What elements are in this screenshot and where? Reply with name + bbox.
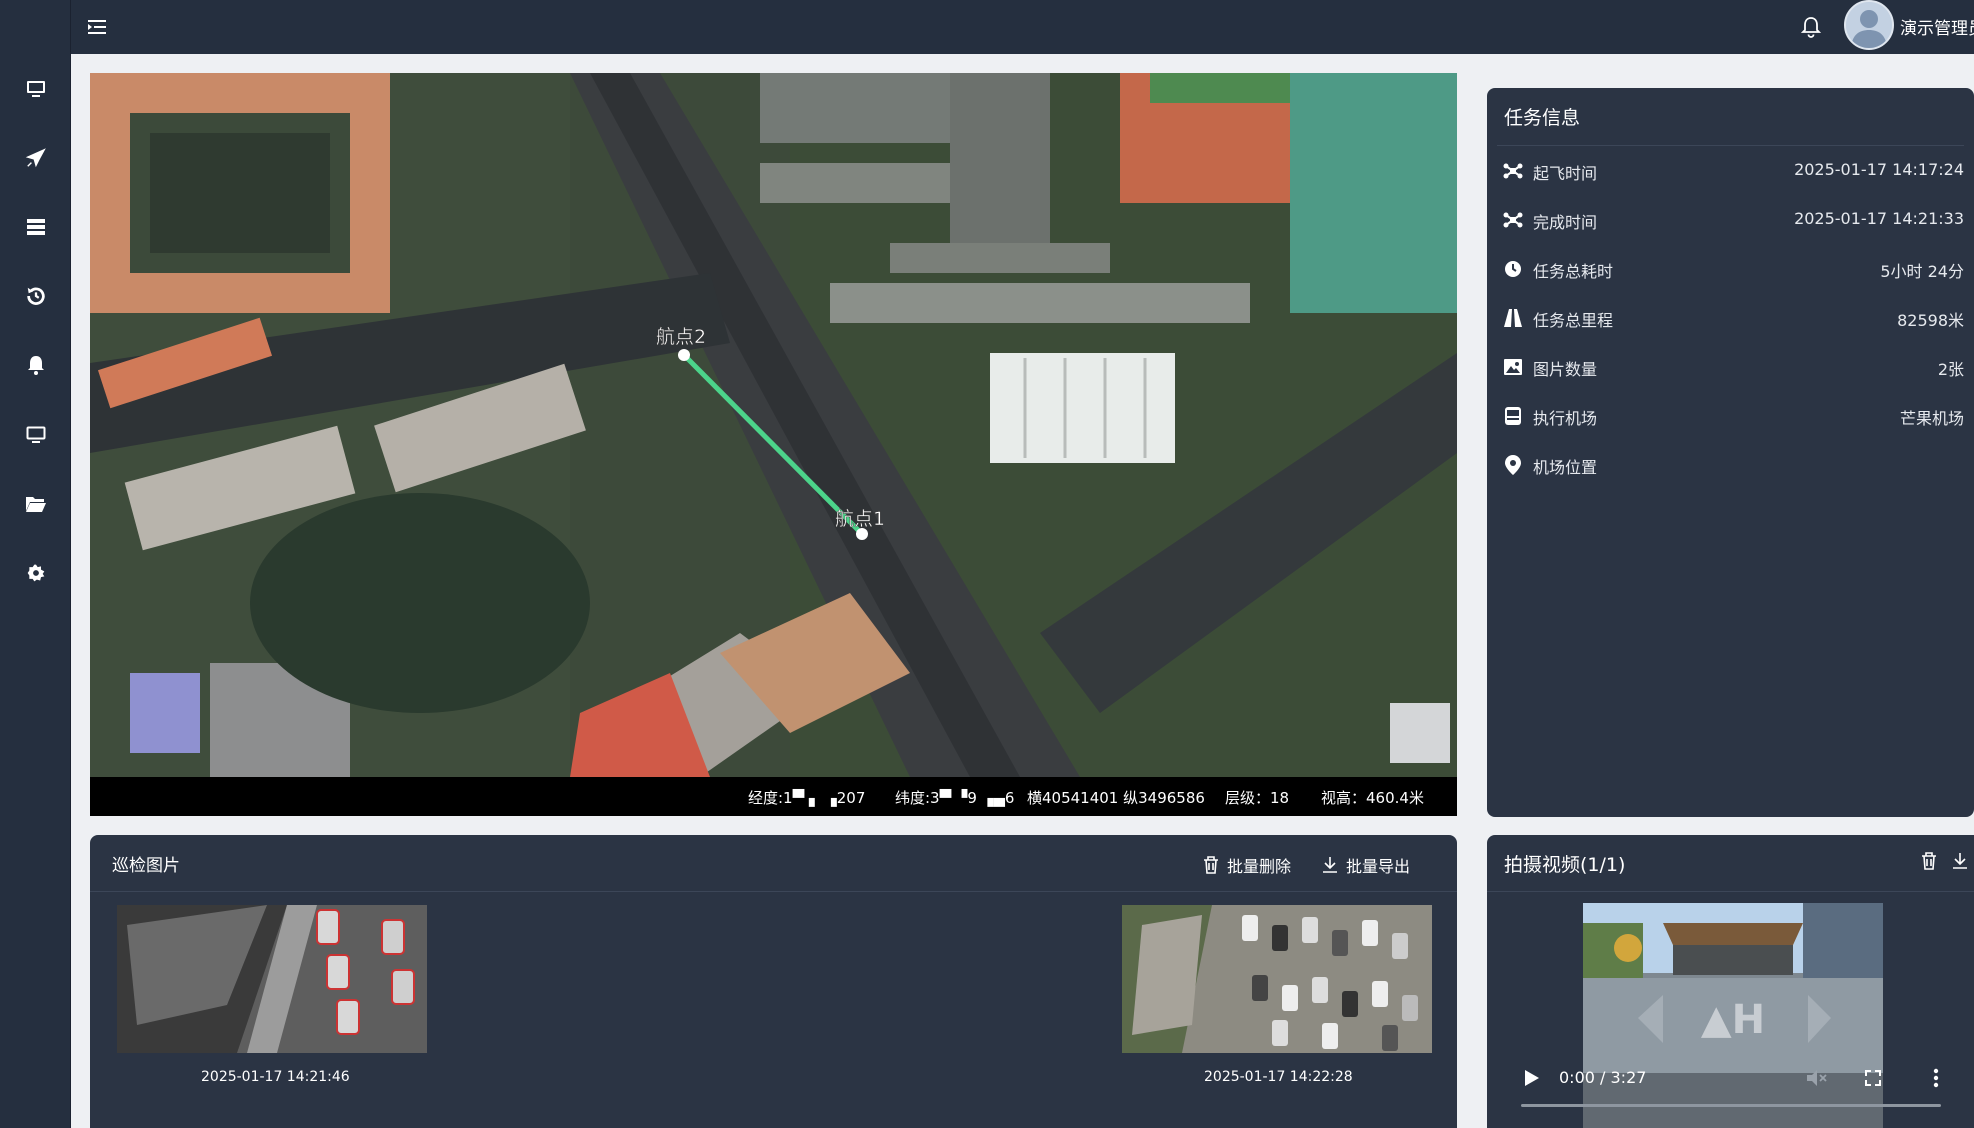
server-icon (26, 219, 45, 235)
batch-delete-label: 批量删除 (1227, 857, 1292, 876)
map-status-bar: 经度:1▀ ▖ ▗207 纬度:3▀ ▝9 ▗▄6 横40541401 纵349… (90, 777, 1457, 816)
batch-delete-button[interactable]: 批量删除 (1203, 852, 1291, 878)
play-icon[interactable] (1525, 1070, 1539, 1086)
dock-icon (1505, 407, 1521, 425)
latitude-readout: 纬度:3▀ ▝9 ▗▄6 (895, 789, 1015, 807)
video-time: 0:00 / 3:27 (1559, 1068, 1647, 1087)
photo-time: 2025-01-17 14:22:28 (1204, 1069, 1353, 1085)
menu-fold-icon (88, 20, 106, 34)
download-icon (1323, 857, 1337, 873)
bell-icon (1801, 17, 1821, 38)
distance-label: 任务总里程 (1533, 311, 1614, 330)
video-controls: 0:00 / 3:27 (1487, 1050, 1974, 1128)
gear-icon (27, 564, 44, 582)
download-icon (1953, 853, 1967, 869)
volume-muted-icon[interactable] (1807, 1070, 1827, 1086)
waypoint-2-marker[interactable] (678, 349, 690, 361)
screen-icon (26, 426, 45, 443)
drone-icon (1503, 212, 1523, 228)
info-row-finish-time: 完成时间 2025-01-17 14:21:33 (1487, 200, 1974, 240)
clock-icon (1505, 261, 1521, 277)
trash-icon (1204, 856, 1218, 874)
road-icon (1504, 309, 1522, 327)
user-avatar-icon (1846, 2, 1892, 48)
info-row-dock-location: 机场位置 (1487, 445, 1974, 485)
waypoint-2-label: 航点2 (656, 326, 706, 348)
trash-icon (1922, 852, 1936, 870)
notification-button[interactable] (1796, 12, 1826, 42)
sidebar-item-alerts[interactable] (0, 340, 71, 390)
divider (1487, 891, 1974, 892)
photo-thumbnail[interactable] (117, 905, 427, 1053)
sidebar-item-files[interactable] (0, 479, 71, 529)
info-row-duration: 任务总耗时 5小时 24分 (1487, 249, 1974, 289)
sidebar (0, 0, 71, 1128)
finish-time-label: 完成时间 (1533, 213, 1598, 232)
batch-export-label: 批量导出 (1346, 857, 1411, 876)
video-delete-button[interactable] (1921, 852, 1937, 874)
waypoint-1-label: 航点1 (835, 508, 885, 530)
map-panel[interactable]: 航点2 航点1 经度:1▀ ▖ ▗207 纬度:3▀ ▝9 ▗▄6 横40541… (90, 73, 1457, 816)
sidebar-item-devices[interactable] (0, 202, 71, 252)
folder-open-icon (25, 497, 46, 512)
divider (90, 891, 1457, 892)
plane-icon (25, 148, 46, 168)
info-row-takeoff-time: 起飞时间 2025-01-17 14:17:24 (1487, 151, 1974, 191)
more-options-icon[interactable] (1933, 1068, 1939, 1088)
fullscreen-icon[interactable] (1865, 1070, 1881, 1086)
image-count-label: 图片数量 (1533, 360, 1598, 379)
image-icon (1504, 359, 1522, 375)
bell-icon (27, 356, 44, 375)
satellite-map[interactable]: 航点2 航点1 (90, 73, 1457, 777)
drone-icon (1503, 163, 1523, 179)
photo-time: 2025-01-17 14:21:46 (201, 1069, 350, 1085)
video-progress-track[interactable] (1521, 1104, 1941, 1107)
video-card: 拍摄视频(1/1) ▲H 0:00 / 3:27 (1487, 835, 1974, 1128)
avatar[interactable] (1844, 0, 1894, 50)
projection-readout: 横40541401 纵3496586 (1027, 789, 1205, 807)
photos-title: 巡检图片 (112, 856, 180, 876)
menu-toggle-button[interactable] (85, 14, 111, 40)
takeoff-time-label: 起飞时间 (1533, 164, 1598, 183)
video-overlay-mark: ▲H (1701, 997, 1765, 1043)
batch-export-button[interactable]: 批量导出 (1322, 852, 1410, 878)
takeoff-time-value: 2025-01-17 14:17:24 (1794, 160, 1964, 179)
info-row-distance: 任务总里程 82598米 (1487, 298, 1974, 338)
zoom-level-readout: 层级：18 (1225, 789, 1290, 807)
longitude-readout: 经度:1▀ ▖ ▗207 (748, 789, 866, 807)
location-pin-icon (1505, 455, 1521, 475)
finish-time-value: 2025-01-17 14:21:33 (1794, 209, 1964, 228)
video-download-button[interactable] (1952, 852, 1968, 874)
altitude-readout: 视高：460.4米 (1321, 789, 1424, 807)
sidebar-item-history[interactable] (0, 271, 71, 321)
username[interactable]: 演示管理员 (1900, 14, 1974, 39)
dock-value: 芒果机场 (1899, 409, 1964, 428)
task-info-card: 任务信息 起飞时间 2025-01-17 14:17:24 完成时间 2025-… (1487, 88, 1974, 817)
top-bar: 演示管理员 (71, 0, 1974, 54)
photo-thumbnail[interactable] (1122, 905, 1432, 1053)
task-info-title: 任务信息 (1504, 107, 1581, 129)
info-row-dock: 执行机场 芒果机场 (1487, 396, 1974, 436)
sidebar-item-screen[interactable] (0, 410, 71, 460)
history-icon (26, 287, 45, 305)
dock-location-label: 机场位置 (1533, 458, 1598, 477)
info-row-image-count: 图片数量 2张 (1487, 347, 1974, 387)
divider (1497, 145, 1964, 146)
sidebar-item-settings[interactable] (0, 548, 71, 598)
monitor-icon (26, 81, 45, 97)
dock-label: 执行机场 (1533, 409, 1598, 428)
sidebar-item-monitor[interactable] (0, 64, 71, 114)
thermal-photo-image (117, 905, 427, 1053)
video-title: 拍摄视频(1/1) (1504, 854, 1626, 876)
duration-label: 任务总耗时 (1533, 262, 1614, 281)
image-count-value: 2张 (1937, 360, 1964, 379)
distance-value: 82598米 (1897, 311, 1964, 330)
aerial-photo-image (1122, 905, 1432, 1053)
duration-value: 5小时 24分 (1880, 262, 1964, 281)
sidebar-item-flight[interactable] (0, 133, 71, 183)
inspection-photos-card: 巡检图片 批量删除 批量导出 2025-01-17 14:21:46 2025-… (90, 835, 1457, 1128)
